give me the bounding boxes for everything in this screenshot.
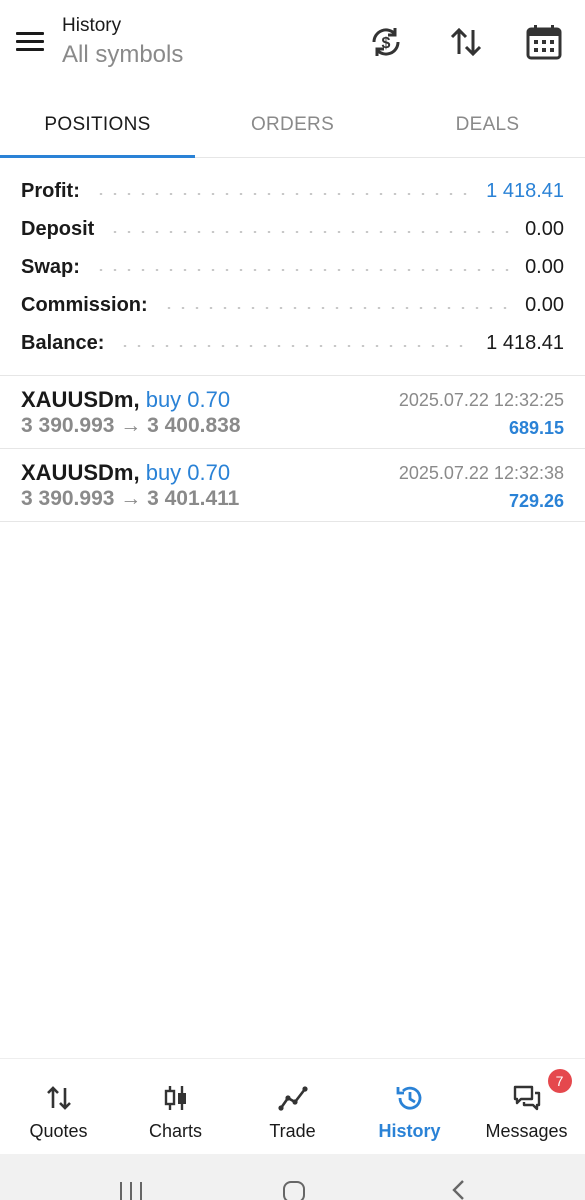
position-side: buy 0.70 <box>145 387 231 412</box>
summary-value: 1 418.41 <box>486 331 564 354</box>
tab-deals[interactable]: DEALS <box>390 92 585 157</box>
summary-value: 0.00 <box>525 255 564 278</box>
calendar-icon[interactable] <box>524 22 564 62</box>
list-item[interactable]: XAUUSDm, buy 0.70 3 390.993 → 3 401.411 … <box>0 449 585 522</box>
symbol-filter[interactable]: All symbols <box>62 40 183 70</box>
position-time: 2025.07.22 12:32:25 <box>398 390 564 410</box>
position-time: 2025.07.22 12:32:38 <box>398 463 564 483</box>
nav-label: Messages <box>485 1121 568 1141</box>
currency-sync-icon[interactable]: $ <box>366 22 406 62</box>
dot-leader <box>93 269 512 271</box>
positions-list: XAUUSDm, buy 0.70 3 390.993 → 3 400.838 … <box>0 375 585 522</box>
summary-label: Commission: <box>21 293 156 317</box>
dot-leader <box>118 345 473 347</box>
summary-row-balance: Balance: 1 418.41 <box>0 324 585 362</box>
menu-icon[interactable] <box>14 28 46 56</box>
history-clock-icon <box>396 1086 421 1110</box>
tab-orders[interactable]: ORDERS <box>195 92 390 157</box>
nav-label: Charts <box>148 1121 202 1141</box>
title-block[interactable]: History All symbols <box>62 14 183 70</box>
position-profit: 689.15 <box>508 418 564 438</box>
summary-row-deposit: Deposit 0.00 <box>0 210 585 248</box>
chat-bubbles-icon <box>513 1085 540 1111</box>
position-side: buy 0.70 <box>145 460 231 485</box>
tab-positions[interactable]: POSITIONS <box>0 92 195 158</box>
page-title: History <box>62 15 122 36</box>
position-symbol: XAUUSDm, <box>21 460 140 485</box>
app-header: History All symbols $ <box>0 0 585 92</box>
summary-label: Balance: <box>21 331 113 355</box>
position-title: XAUUSDm, buy 0.70 <box>21 460 230 486</box>
summary-panel: Profit: 1 418.41 Deposit 0.00 Swap: 0.00… <box>0 172 585 362</box>
nav-label: Quotes <box>29 1121 88 1141</box>
summary-label: Profit: <box>21 179 88 203</box>
summary-row-swap: Swap: 0.00 <box>0 248 585 286</box>
candlestick-icon <box>164 1086 186 1110</box>
position-prices: 3 390.993 → 3 401.411 <box>21 487 240 510</box>
system-nav-bar <box>0 1154 585 1200</box>
summary-value: 0.00 <box>525 293 564 316</box>
summary-label: Swap: <box>21 255 88 279</box>
dot-leader <box>93 193 473 195</box>
nav-messages[interactable]: Messages 7 <box>468 1059 585 1154</box>
summary-row-profit: Profit: 1 418.41 <box>0 172 585 210</box>
dot-leader <box>161 307 512 309</box>
trend-line-icon <box>277 1086 308 1111</box>
unread-badge: 7 <box>547 1069 572 1093</box>
nav-history[interactable]: History <box>351 1059 468 1154</box>
nav-trade[interactable]: Trade <box>234 1059 351 1154</box>
dot-leader <box>108 231 512 233</box>
quotes-arrows-icon <box>46 1086 71 1110</box>
back-icon[interactable] <box>448 1178 468 1200</box>
position-title: XAUUSDm, buy 0.70 <box>21 387 230 413</box>
position-symbol: XAUUSDm, <box>21 387 140 412</box>
sort-arrows-icon[interactable] <box>446 22 486 62</box>
recent-apps-icon[interactable] <box>118 1178 144 1200</box>
nav-quotes[interactable]: Quotes <box>0 1059 117 1154</box>
summary-value: 1 418.41 <box>486 179 564 202</box>
position-profit: 729.26 <box>508 491 564 511</box>
nav-label: Trade <box>269 1121 316 1141</box>
home-icon[interactable] <box>281 1178 307 1200</box>
nav-charts[interactable]: Charts <box>117 1059 234 1154</box>
summary-label: Deposit <box>21 217 103 241</box>
summary-row-commission: Commission: 0.00 <box>0 286 585 324</box>
bottom-navigation: Quotes Charts Trade History Messages 7 <box>0 1058 585 1154</box>
nav-label: History <box>378 1121 441 1141</box>
svg-text:$: $ <box>382 35 391 52</box>
list-item[interactable]: XAUUSDm, buy 0.70 3 390.993 → 3 400.838 … <box>0 376 585 449</box>
summary-value: 0.00 <box>525 217 564 240</box>
tab-bar: POSITIONS ORDERS DEALS <box>0 92 585 158</box>
position-prices: 3 390.993 → 3 400.838 <box>21 414 241 437</box>
